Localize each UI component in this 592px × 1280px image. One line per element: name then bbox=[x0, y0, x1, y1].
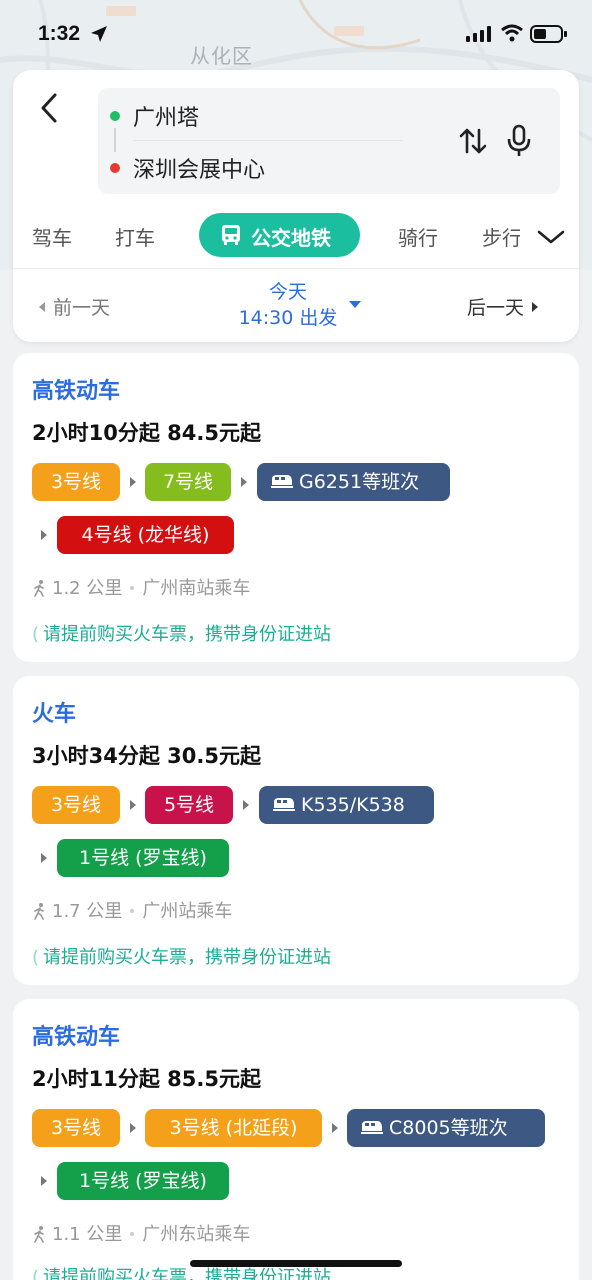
walk-distance: 1.1 公里 bbox=[52, 1224, 123, 1245]
walking-icon bbox=[34, 1226, 44, 1243]
ticket-notice: (请提前购买火车票，携带身份证进站 bbox=[32, 943, 331, 969]
train-icon bbox=[273, 798, 295, 811]
arrow-right-icon bbox=[243, 800, 249, 810]
tab-walking[interactable]: 步行 bbox=[482, 222, 520, 251]
segment-chip: 5号线 bbox=[145, 786, 233, 824]
segment-chip: 1号线 (罗宝线) bbox=[57, 1162, 229, 1200]
back-button[interactable] bbox=[33, 90, 69, 126]
bus-icon bbox=[222, 225, 240, 245]
ticket-notice-text: 请提前购买火车票，携带身份证进站 bbox=[43, 1267, 332, 1280]
broadcast-icon: ( bbox=[32, 624, 40, 645]
train-segment-chip: K535/K538 bbox=[259, 786, 434, 824]
start-point-dot bbox=[110, 111, 120, 121]
next-day-label: 后一天 bbox=[467, 297, 525, 319]
cellular-signal-icon bbox=[466, 26, 491, 42]
broadcast-icon: ( bbox=[32, 947, 40, 968]
departure-time: 14:30 出发 bbox=[238, 307, 338, 329]
walk-info: 1.2 公里 广州南站乘车 bbox=[32, 574, 250, 600]
segment-chip: 1号线 (罗宝线) bbox=[57, 839, 229, 877]
arrow-right-icon bbox=[130, 477, 136, 487]
segment-chip: 4号线 (龙华线) bbox=[57, 516, 234, 554]
segment-chip: 7号线 bbox=[145, 463, 231, 501]
home-indicator[interactable] bbox=[190, 1260, 402, 1267]
walk-info: 1.1 公里 广州东站乘车 bbox=[32, 1220, 250, 1246]
route-type-title: 火车 bbox=[32, 702, 77, 727]
tab-drive[interactable]: 驾车 bbox=[32, 222, 72, 251]
swap-route-button[interactable] bbox=[458, 126, 488, 156]
route-summary: 2小时11分起 85.5元起 bbox=[32, 1067, 261, 1091]
ticket-notice-text: 请提前购买火车票，携带身份证进站 bbox=[43, 947, 332, 968]
train-segment-chip: C8005等班次 bbox=[347, 1109, 545, 1147]
route-summary: 2小时10分起 84.5元起 bbox=[32, 421, 261, 445]
train-number: C8005等班次 bbox=[389, 1117, 508, 1139]
boarding-station: 广州站乘车 bbox=[142, 901, 233, 922]
route-summary: 3小时34分起 30.5元起 bbox=[32, 744, 261, 768]
expand-modes-chevron-icon[interactable] bbox=[537, 228, 565, 246]
tab-transit-label: 公交地铁 bbox=[251, 226, 331, 250]
previous-day-button[interactable]: 前一天 bbox=[39, 293, 110, 320]
status-time: 1:32 bbox=[38, 22, 81, 45]
route-divider bbox=[133, 140, 403, 141]
departure-time-picker[interactable]: 今天 14:30 出发 bbox=[223, 279, 353, 331]
segment-chip: 3号线 bbox=[32, 463, 120, 501]
walking-icon bbox=[34, 903, 44, 920]
arrow-right-icon bbox=[41, 530, 47, 540]
train-segment-chip: G6251等班次 bbox=[257, 463, 450, 501]
status-bar: 1:32 bbox=[0, 0, 592, 70]
ticket-notice: (请提前购买火车票，携带身份证进站 bbox=[32, 620, 331, 646]
segment-chip: 3号线 bbox=[32, 1109, 120, 1147]
start-location-input[interactable]: 广州塔 bbox=[133, 100, 199, 132]
next-day-button[interactable]: 后一天 bbox=[467, 293, 539, 320]
arrow-right-icon bbox=[130, 1123, 136, 1133]
train-number: K535/K538 bbox=[301, 794, 405, 816]
previous-day-label: 前一天 bbox=[53, 297, 111, 319]
boarding-station: 广州南站乘车 bbox=[142, 578, 251, 599]
selected-day: 今天 bbox=[268, 281, 307, 303]
battery-icon bbox=[530, 25, 567, 43]
train-icon bbox=[361, 1121, 383, 1134]
walking-icon bbox=[34, 580, 44, 597]
microphone-button[interactable] bbox=[504, 124, 534, 158]
walk-info: 1.7 公里 广州站乘车 bbox=[32, 897, 232, 923]
segment-chip: 3号线 (北延段) bbox=[145, 1109, 322, 1147]
route-input-box: 广州塔 深圳会展中心 bbox=[98, 88, 560, 194]
walk-distance: 1.7 公里 bbox=[52, 901, 123, 922]
location-arrow-icon bbox=[91, 26, 107, 42]
arrow-right-icon bbox=[41, 853, 47, 863]
arrow-right-icon bbox=[130, 800, 136, 810]
segment-chip: 3号线 bbox=[32, 786, 120, 824]
caret-left-icon bbox=[39, 302, 45, 312]
train-icon bbox=[271, 475, 293, 488]
route-type-title: 高铁动车 bbox=[32, 379, 121, 404]
walk-distance: 1.2 公里 bbox=[52, 578, 123, 599]
train-number: G6251等班次 bbox=[299, 471, 420, 493]
transport-mode-tabs: 驾车 打车 公交地铁 骑行 步行 bbox=[13, 210, 579, 260]
route-option-card[interactable]: 高铁动车 2小时10分起 84.5元起 3号线 7号线 G6251等班次 4号线… bbox=[13, 353, 579, 662]
route-connector-line bbox=[114, 128, 116, 152]
tab-transit[interactable]: 公交地铁 bbox=[199, 213, 360, 257]
caret-right-icon bbox=[532, 302, 539, 312]
route-option-card[interactable]: 高铁动车 2小时11分起 85.5元起 3号线 3号线 (北延段) C8005等… bbox=[13, 999, 579, 1280]
route-type-title: 高铁动车 bbox=[32, 1025, 121, 1050]
route-option-card[interactable]: 火车 3小时34分起 30.5元起 3号线 5号线 K535/K538 1号线 … bbox=[13, 676, 579, 985]
tab-taxi[interactable]: 打车 bbox=[115, 222, 155, 251]
tab-cycling[interactable]: 骑行 bbox=[398, 222, 438, 251]
boarding-station: 广州东站乘车 bbox=[142, 1224, 251, 1245]
arrow-right-icon bbox=[41, 1176, 47, 1186]
caret-down-icon[interactable] bbox=[349, 301, 361, 308]
end-location-input[interactable]: 深圳会展中心 bbox=[133, 152, 265, 184]
arrow-right-icon bbox=[241, 477, 247, 487]
ticket-notice-text: 请提前购买火车票，携带身份证进站 bbox=[43, 624, 332, 645]
date-selector: 前一天 今天 14:30 出发 后一天 bbox=[13, 268, 579, 342]
arrow-right-icon bbox=[332, 1123, 338, 1133]
wifi-icon bbox=[501, 24, 523, 42]
broadcast-icon: ( bbox=[32, 1267, 40, 1280]
end-point-dot bbox=[110, 163, 120, 173]
route-search-panel: 广州塔 深圳会展中心 驾车 打车 公交地铁 骑行 步行 前一天 今天 14:30… bbox=[13, 70, 579, 342]
